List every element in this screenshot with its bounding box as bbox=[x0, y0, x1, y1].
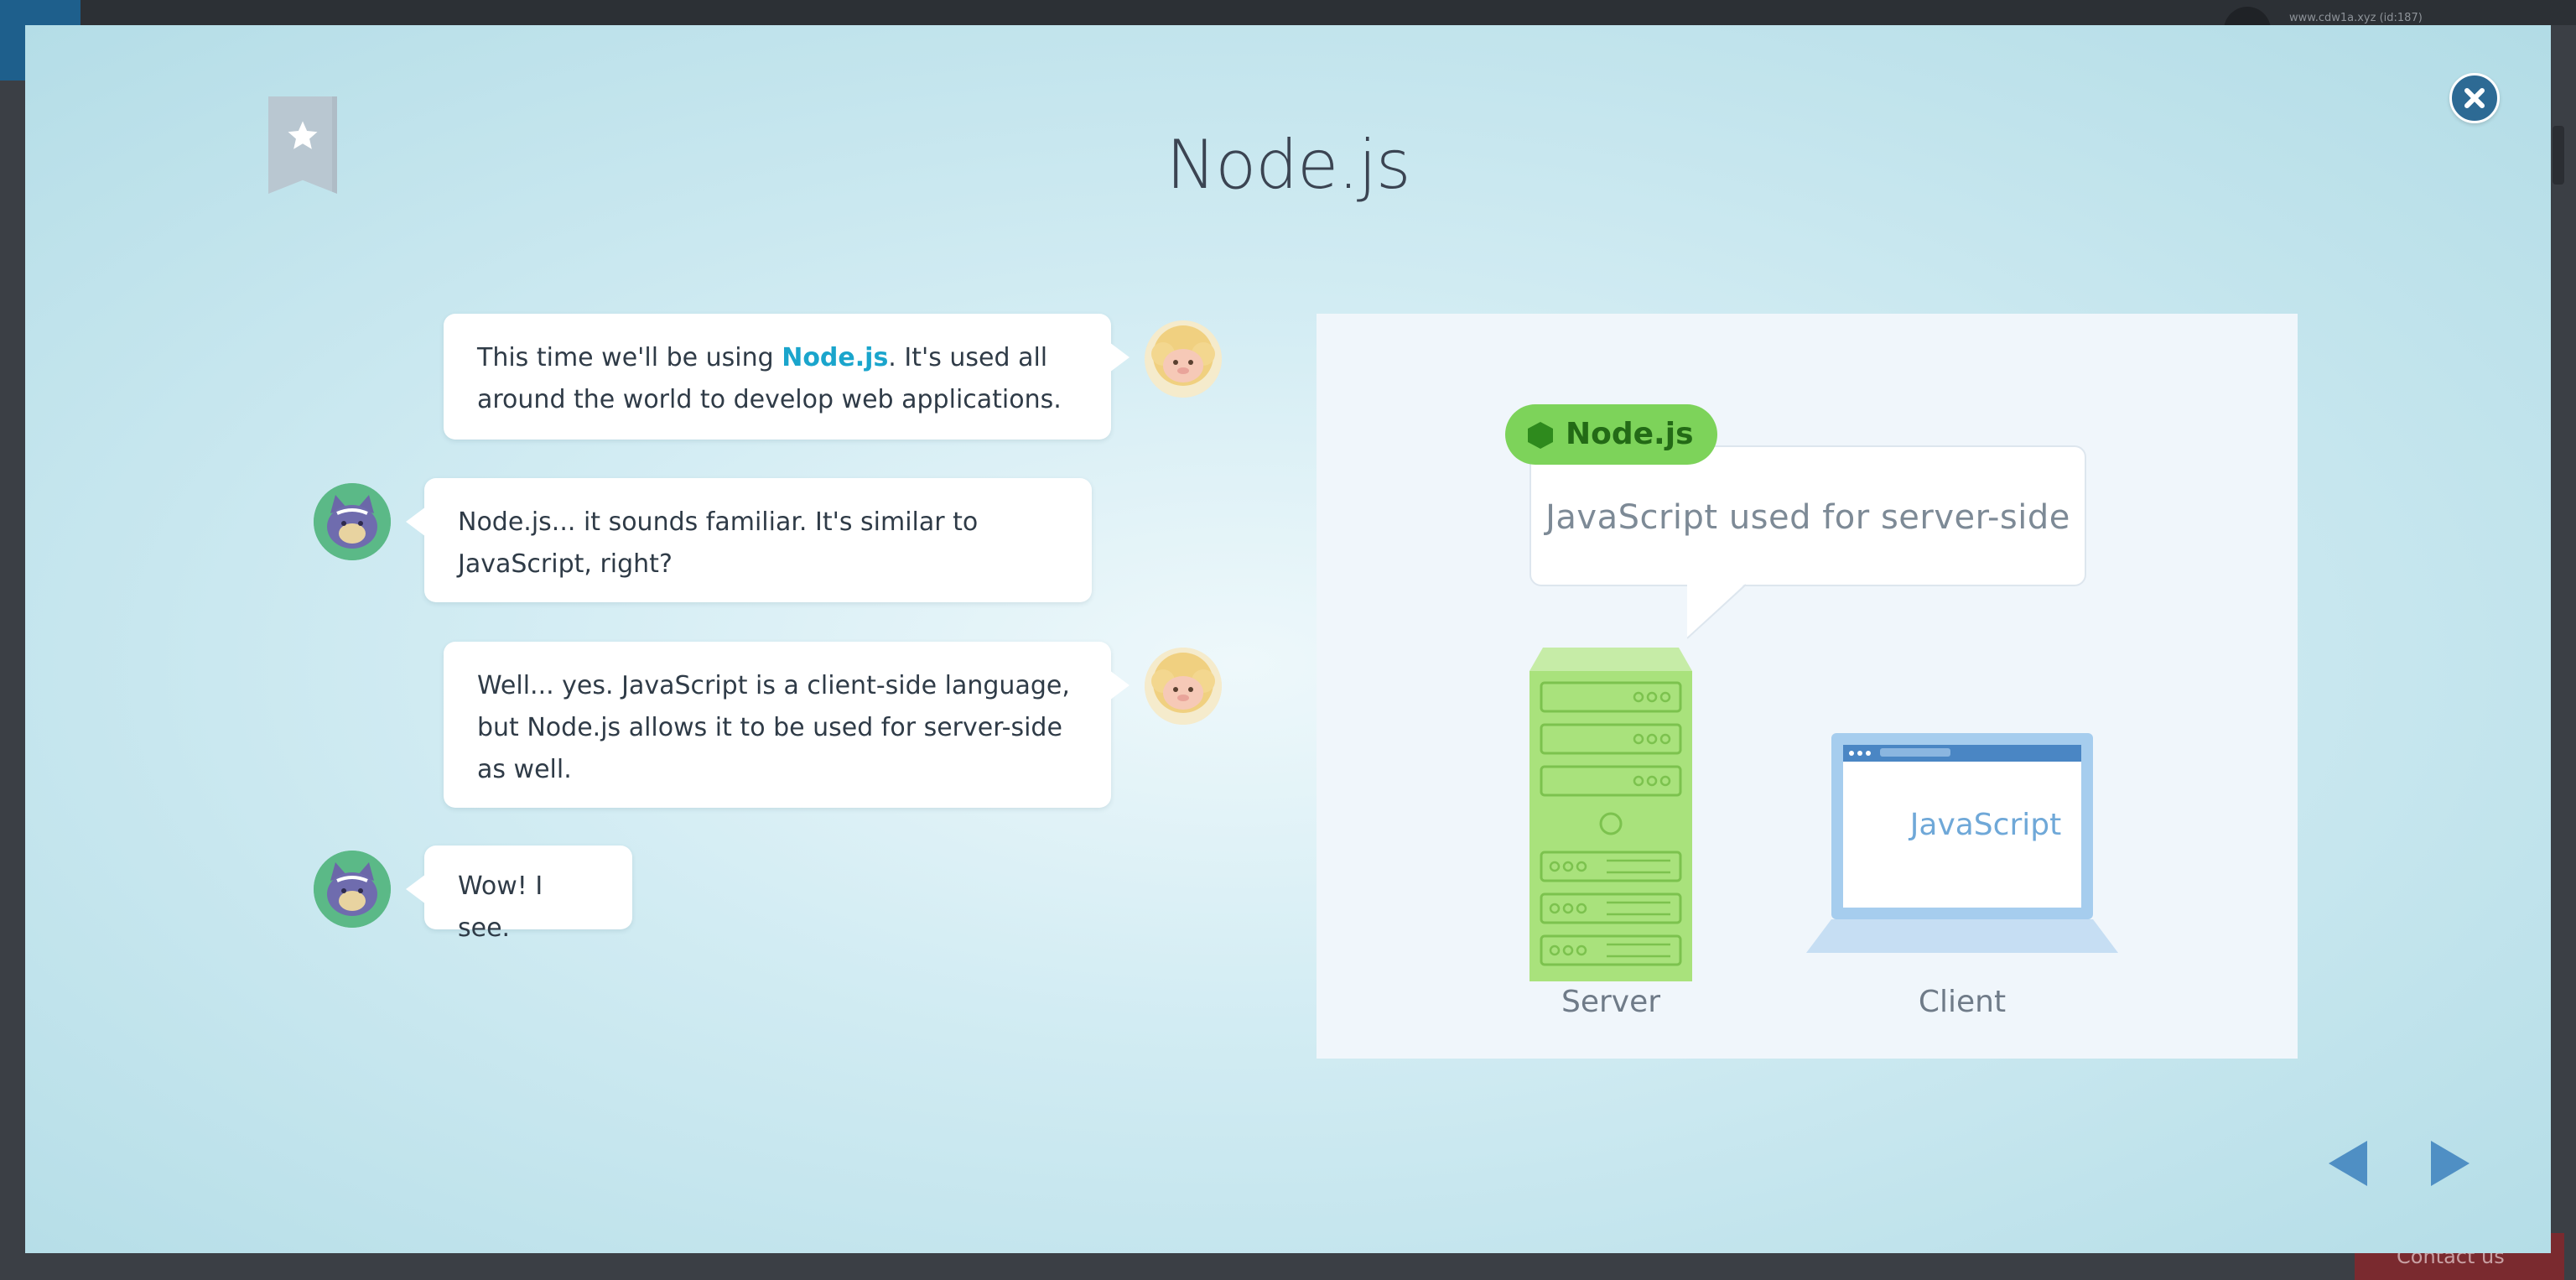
sheep-avatar bbox=[1145, 648, 1222, 725]
node-js-highlight: Node.js bbox=[782, 343, 889, 372]
background-url: www.cdw1a.xyz (id:187) bbox=[2289, 12, 2423, 24]
lesson-modal: Node.js This time we'll be using Node.js… bbox=[25, 25, 2551, 1253]
sheep-avatar bbox=[1145, 320, 1222, 398]
nodejs-badge: Node.js bbox=[1505, 404, 1717, 465]
server-caption: Server bbox=[1561, 985, 1661, 1019]
cat-avatar bbox=[314, 851, 391, 928]
page-title: Node.js bbox=[1166, 126, 1410, 204]
speech-bubble: JavaScript used for server-side bbox=[1530, 445, 2086, 586]
nodejs-hex-icon bbox=[1528, 422, 1553, 449]
server-illustration bbox=[1530, 648, 1692, 981]
chat-bubble-2: Node.js... it sounds familiar. It's simi… bbox=[406, 478, 1092, 602]
chat-bubble-4: Wow! I see. bbox=[406, 846, 632, 943]
close-icon bbox=[2464, 88, 2485, 108]
chat-text-2: Node.js... it sounds familiar. It's simi… bbox=[458, 507, 979, 579]
speech-tail bbox=[1687, 583, 1747, 639]
chat-text-4: Wow! I see. bbox=[458, 872, 543, 943]
badge-label: Node.js bbox=[1566, 417, 1694, 451]
chat-text-1a: This time we'll be using bbox=[477, 343, 782, 372]
background-scrollbar bbox=[2553, 126, 2564, 185]
client-caption: Client bbox=[1918, 985, 2007, 1019]
laptop-screen-label: JavaScript bbox=[1909, 808, 2062, 842]
chat-text-3: Well... yes. JavaScript is a client-side… bbox=[477, 671, 1070, 784]
diagram-panel: JavaScript used for server-side Node.js bbox=[1317, 314, 2298, 1059]
background-topbar bbox=[0, 0, 2576, 25]
prev-arrow-button[interactable] bbox=[2329, 1141, 2367, 1186]
cat-avatar bbox=[314, 483, 391, 560]
close-button[interactable] bbox=[2449, 73, 2500, 123]
chat-bubble-3: Well... yes. JavaScript is a client-side… bbox=[444, 642, 1130, 808]
next-arrow-button[interactable] bbox=[2431, 1141, 2470, 1186]
chat-bubble-1: This time we'll be using Node.js. It's u… bbox=[444, 314, 1130, 440]
